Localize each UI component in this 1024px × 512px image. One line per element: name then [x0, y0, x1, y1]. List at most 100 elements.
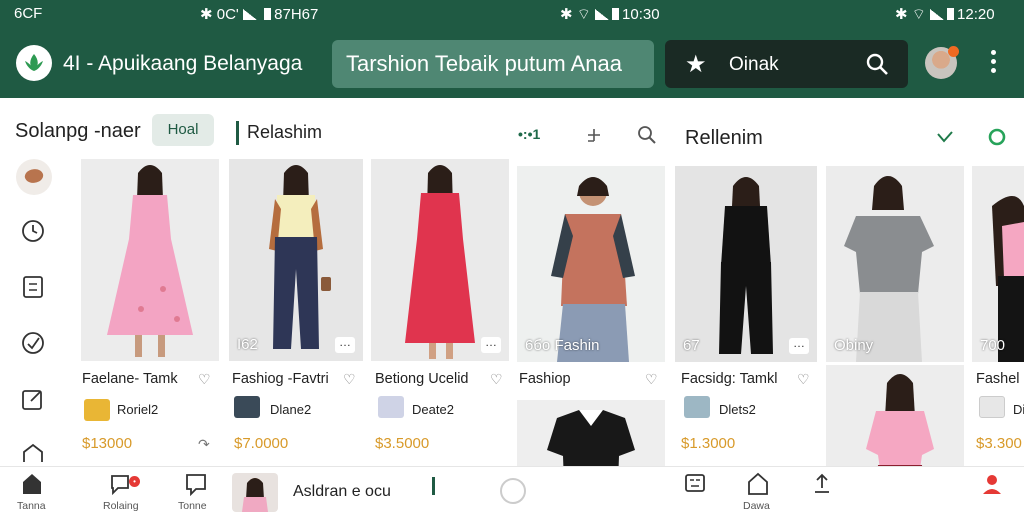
- status-right-group: ✱ ⌔ 12:20: [895, 6, 995, 23]
- product-image[interactable]: 700: [972, 166, 1024, 362]
- product-image[interactable]: …: [371, 159, 509, 361]
- signal-icon: [930, 9, 945, 20]
- mini-player-text[interactable]: Asldran e ocu: [293, 483, 391, 501]
- shop-thumb: [979, 396, 1005, 418]
- notification-dot: [948, 46, 959, 57]
- image-overlay-count: Obiny: [834, 337, 874, 354]
- app-bar: 4I - Apuikaang Belanyaga Tarshion Tebaik…: [0, 28, 1024, 98]
- product-image[interactable]: Obiny: [826, 166, 964, 362]
- home-icon[interactable]: [10, 470, 54, 496]
- product-name[interactable]: Fashel: [976, 371, 1020, 387]
- nav-label-message[interactable]: Tonne: [178, 500, 207, 512]
- shop-thumb: [378, 396, 404, 418]
- product-name[interactable]: Faelane- Tamk: [82, 371, 178, 387]
- image-overlay-count: 700: [980, 337, 1006, 354]
- more-menu-icon[interactable]: [988, 50, 998, 76]
- status-tail-text: 87H67: [274, 6, 319, 23]
- status-icons: ✱ 0C' 87H67: [200, 6, 319, 23]
- trend-icon[interactable]: [935, 128, 955, 146]
- more-icon[interactable]: …: [335, 336, 355, 353]
- filter-chip[interactable]: Hoal: [152, 114, 214, 146]
- section-marker: [236, 121, 239, 145]
- share-icon[interactable]: [626, 478, 670, 504]
- favorite-icon[interactable]: ♡: [645, 371, 658, 388]
- nav-label-home[interactable]: Tanna: [17, 500, 46, 512]
- profile-icon[interactable]: [970, 470, 1014, 496]
- status-right-time: 12:20: [957, 6, 995, 23]
- star-icon[interactable]: ★: [685, 50, 707, 79]
- list-icon[interactable]: [19, 273, 47, 301]
- nav-label-chat[interactable]: Rolaing: [103, 500, 139, 512]
- more-icon[interactable]: …: [789, 337, 809, 354]
- filter-icon[interactable]: [584, 125, 604, 145]
- shop-name[interactable]: Di: [1013, 402, 1024, 417]
- search-bar[interactable]: ★ Oinak: [665, 40, 908, 88]
- product-image[interactable]: 6бо Fashin: [517, 166, 665, 362]
- search-icon[interactable]: [636, 124, 658, 146]
- search-icon[interactable]: [865, 52, 889, 76]
- signal-icon: [242, 9, 257, 20]
- image-overlay-count: 67: [683, 337, 700, 354]
- status-mid-time: 10:30: [622, 6, 660, 23]
- status-bar: 6CF ✱ 0C' 87H67 ✱ ⌔ 10:30 ✱ ⌔ 12:20: [0, 0, 1024, 28]
- nav-label-store[interactable]: Dawa: [743, 500, 770, 512]
- notification-badge: •: [129, 476, 140, 487]
- app-screen: 6CF ✱ 0C' 87H67 ✱ ⌔ 10:30 ✱ ⌔ 12:20 4I -…: [0, 0, 1024, 512]
- mini-player-marker: [432, 477, 435, 495]
- product-name[interactable]: Fashiop: [519, 371, 571, 387]
- shop-title: Solanpg -naer: [15, 120, 141, 142]
- shop-thumb: [84, 399, 110, 421]
- promo-banner[interactable]: Tarshion Tebaik putum Anaa: [332, 40, 654, 88]
- signal-icon: [595, 9, 610, 20]
- app-title: 4I - Apuikaang Belanyaga: [63, 52, 303, 75]
- product-image[interactable]: 67 …: [675, 166, 817, 362]
- product-name[interactable]: Fashiog -Favtri: [232, 371, 329, 387]
- section-title-right: Rellenim: [685, 127, 763, 149]
- shop-thumb: [234, 396, 260, 418]
- shop-name[interactable]: Dlets2: [719, 402, 756, 417]
- leaf-icon: [25, 54, 43, 71]
- product-name[interactable]: Betiong Ucelid: [375, 371, 469, 387]
- shop-name[interactable]: Roriel2: [117, 402, 158, 417]
- app-logo[interactable]: [16, 45, 52, 81]
- battery-icon: [612, 8, 620, 20]
- section-title: Relashim: [247, 122, 323, 142]
- shop-name[interactable]: Deate2: [412, 402, 454, 417]
- history-icon[interactable]: [19, 217, 47, 245]
- store-icon[interactable]: [736, 470, 780, 496]
- favorite-icon[interactable]: ♡: [490, 371, 503, 388]
- upload-icon[interactable]: [800, 470, 844, 496]
- search-icon[interactable]: [566, 478, 610, 508]
- edit-icon[interactable]: [19, 385, 47, 413]
- toggle-button[interactable]: [500, 478, 526, 504]
- product-price: $13000: [82, 435, 133, 452]
- product-name[interactable]: Facsidg: Tamkl: [681, 371, 777, 387]
- shop-icon[interactable]: [19, 440, 47, 468]
- grid-icon[interactable]: [673, 470, 717, 496]
- battery-icon: [264, 8, 272, 20]
- share-icon[interactable]: ↷: [198, 436, 210, 453]
- product-price: $3.5000: [375, 435, 430, 452]
- more-icon[interactable]: …: [481, 336, 501, 353]
- favorite-icon[interactable]: ♡: [797, 371, 810, 388]
- message-icon[interactable]: [174, 470, 218, 496]
- mini-player-thumb[interactable]: [232, 473, 278, 512]
- section-count: •:•1: [518, 126, 541, 142]
- shop-thumb: [684, 396, 710, 418]
- status-mid-group: ✱ ⌔ 10:30: [560, 6, 660, 23]
- product-price: $7.0000: [234, 435, 289, 452]
- tag-icon[interactable]: [19, 329, 47, 357]
- product-image[interactable]: I62 …: [229, 159, 363, 361]
- category-thumb[interactable]: [16, 159, 52, 195]
- favorite-icon[interactable]: ♡: [343, 371, 356, 388]
- favorite-icon[interactable]: ♡: [198, 371, 211, 388]
- battery-icon: [947, 8, 955, 20]
- product-image[interactable]: [81, 159, 219, 361]
- shop-name[interactable]: Dlane2: [270, 402, 311, 417]
- avatar[interactable]: [925, 46, 959, 79]
- status-mid-text: 0C': [216, 6, 239, 23]
- status-left-text: 6CF: [14, 5, 43, 22]
- refresh-icon[interactable]: [986, 126, 1008, 148]
- image-overlay-count: 6бо Fashin: [525, 337, 600, 354]
- search-input[interactable]: Oinak: [729, 54, 779, 76]
